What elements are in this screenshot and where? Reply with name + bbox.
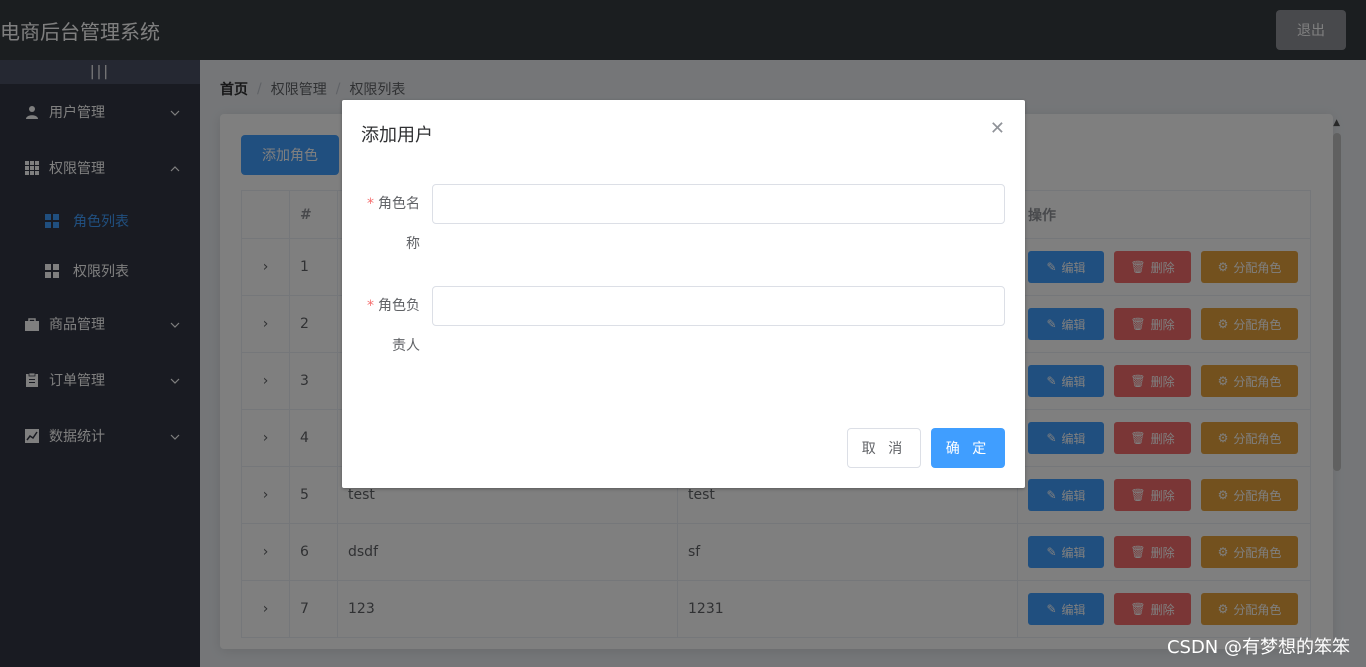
required-asterisk: * (367, 196, 374, 212)
field-label: * 角色名 (367, 196, 420, 212)
field-label-wrap: 责人 (392, 338, 420, 354)
cancel-button[interactable]: 取 消 (847, 428, 921, 468)
role-owner-input[interactable] (432, 286, 1005, 326)
dialog-title: 添加用户 (361, 125, 433, 146)
field-label: * 角色负 (367, 298, 420, 314)
confirm-button[interactable]: 确 定 (931, 428, 1005, 468)
field-label-wrap: 称 (406, 236, 420, 252)
close-icon[interactable]: ✕ (990, 118, 1005, 139)
form-row-role-name: * 角色名 称 (362, 184, 1005, 264)
form-row-role-owner: * 角色负 责人 (362, 286, 1005, 366)
required-asterisk: * (367, 298, 374, 314)
role-name-input[interactable] (432, 184, 1005, 224)
add-user-dialog: 添加用户 ✕ * 角色名 称 * 角色负 责人 取 消 确 定 (342, 100, 1025, 488)
watermark: CSDN @有梦想的笨笨 (1166, 637, 1350, 658)
